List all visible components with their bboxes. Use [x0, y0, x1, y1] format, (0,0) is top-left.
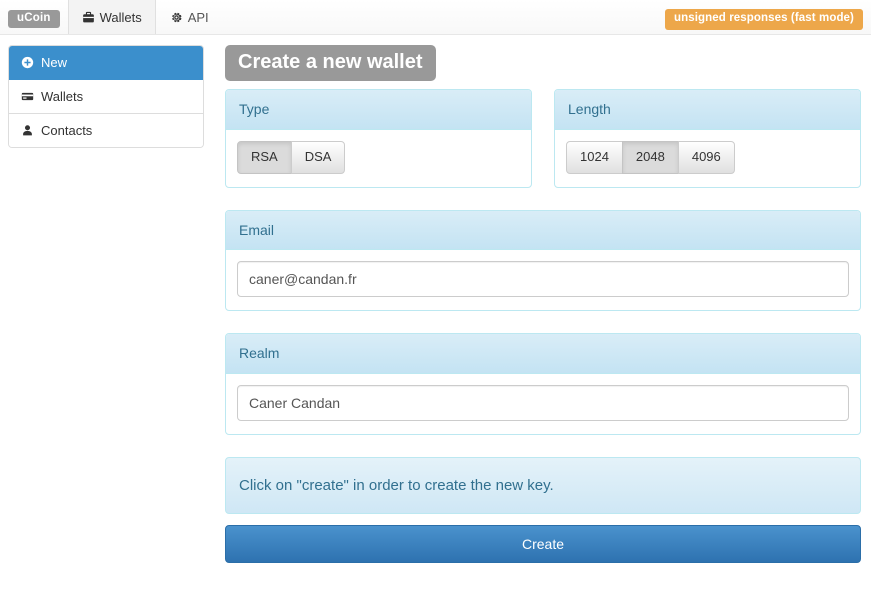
realm-panel-body — [226, 374, 860, 434]
type-button-group: RSA DSA — [237, 140, 346, 174]
credit-card-icon — [21, 90, 34, 103]
gear-icon — [170, 11, 183, 24]
briefcase-icon — [82, 11, 95, 24]
sidebar-item-new[interactable]: New — [9, 46, 203, 80]
length-option-4096[interactable]: 4096 — [677, 140, 735, 174]
tab-wallets[interactable]: Wallets — [67, 0, 156, 34]
sidebar-item-contacts-label: Contacts — [41, 123, 93, 138]
page-title: Create a new wallet — [225, 45, 436, 81]
tab-api-label: API — [187, 9, 209, 25]
length-column: Length 1024 2048 4096 — [554, 89, 861, 210]
status-badge: unsigned responses (fast mode) — [664, 9, 863, 30]
sidebar: New Wallets Contacts — [8, 45, 204, 563]
type-option-rsa[interactable]: RSA — [237, 140, 292, 174]
length-panel-body: 1024 2048 4096 — [555, 130, 860, 187]
sidebar-item-wallets[interactable]: Wallets — [9, 80, 203, 114]
plus-circle-icon — [21, 56, 34, 69]
type-panel-title: Type — [226, 90, 531, 130]
info-alert: Click on "create" in order to create the… — [225, 457, 861, 515]
tab-wallets-label: Wallets — [99, 9, 142, 25]
email-field[interactable] — [237, 261, 849, 298]
length-option-1024[interactable]: 1024 — [566, 140, 623, 174]
top-navbar: uCoin Wallets API unsigned responses (fa… — [0, 0, 871, 35]
realm-field[interactable] — [237, 385, 849, 422]
type-panel-body: RSA DSA — [226, 130, 531, 187]
type-panel: Type RSA DSA — [225, 89, 532, 188]
email-panel: Email — [225, 209, 861, 312]
sidebar-item-new-label: New — [41, 55, 68, 70]
realm-panel-title: Realm — [226, 334, 860, 375]
length-button-group: 1024 2048 4096 — [566, 140, 735, 174]
create-button[interactable]: Create — [225, 525, 861, 564]
main-content: Create a new wallet Type RSA DSA Length — [204, 45, 863, 564]
length-panel-title: Length — [555, 90, 860, 130]
sidebar-item-wallets-label: Wallets — [41, 89, 84, 104]
page-body: New Wallets Contacts Create a new wallet… — [0, 35, 871, 564]
tab-api[interactable]: API — [156, 0, 223, 34]
email-panel-body — [226, 250, 860, 310]
sidebar-item-contacts[interactable]: Contacts — [9, 114, 203, 147]
realm-panel: Realm — [225, 333, 861, 436]
user-icon — [21, 124, 34, 137]
type-length-row: Type RSA DSA Length 1024 2048 4096 — [225, 89, 861, 210]
brand-logo[interactable]: uCoin — [8, 9, 60, 28]
length-option-2048[interactable]: 2048 — [621, 140, 679, 174]
type-option-dsa[interactable]: DSA — [290, 140, 346, 174]
type-column: Type RSA DSA — [225, 89, 532, 210]
length-panel: Length 1024 2048 4096 — [554, 89, 861, 188]
sidebar-list: New Wallets Contacts — [8, 45, 204, 148]
email-panel-title: Email — [226, 210, 860, 251]
nav-tab-list: Wallets API — [67, 0, 223, 34]
